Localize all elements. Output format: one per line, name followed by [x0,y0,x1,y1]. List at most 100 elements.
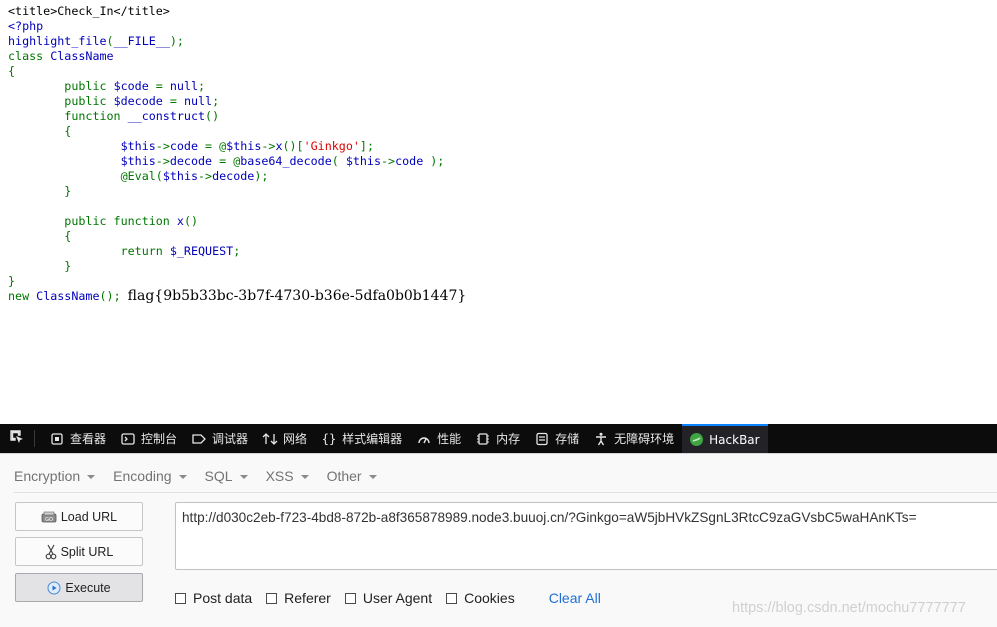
tab-network[interactable]: 网络 [256,424,315,453]
checkbox[interactable] [446,592,458,604]
php-source-code: <title>Check_In</title> <?php highlight_… [8,4,466,304]
tab-label: 网络 [283,432,308,446]
code-token: decode [212,169,255,183]
tab-memory[interactable]: 内存 [469,424,528,453]
menu-encryption[interactable]: Encryption [14,468,96,484]
clear-all-link[interactable]: Clear All [549,590,601,606]
tab-inspector[interactable]: 查看器 [43,424,114,453]
code-token: $this [120,154,156,168]
code-token: base64_decode [240,154,332,168]
code-token: __FILE__ [113,34,170,48]
tab-accessibility[interactable]: 无障碍环境 [587,424,682,453]
tab-style-editor[interactable]: {} 样式编辑器 [315,424,410,453]
code-token: decode [169,154,220,168]
checkbox[interactable] [266,592,278,604]
tab-label: 无障碍环境 [614,432,675,446]
code-token: -> [155,154,170,168]
code-token: { [8,229,72,243]
chevron-down-icon [300,475,309,479]
code-token: = [169,94,184,108]
code-token: -> [155,139,170,153]
code-token: public function [8,214,177,228]
code-token: $code [113,79,156,93]
code-line: } [8,184,71,198]
code-token: ()[ [282,139,304,153]
code-token: code [169,139,206,153]
chevron-down-icon [178,475,187,479]
code-token: $this [226,139,262,153]
play-icon [47,581,61,595]
memory-icon [475,431,491,447]
debugger-icon [191,431,207,447]
tab-storage[interactable]: 存储 [528,424,587,453]
load-url-label: Load URL [60,509,118,524]
code-token: return [8,244,170,258]
code-token: = @ [219,154,241,168]
code-token: ); [169,34,184,48]
code-token: (); [99,289,128,303]
tab-label: HackBar [709,432,760,447]
option-user-agent[interactable]: User Agent [344,590,433,606]
code-token: = @ [205,139,227,153]
code-token: 'Ginkgo' [303,139,360,153]
option-label: Post data [193,590,253,606]
hackbar-icon [688,432,704,448]
inspector-icon [49,431,65,447]
tab-label: 性能 [437,432,462,446]
option-label: User Agent [362,590,433,606]
chevron-down-icon [87,475,96,479]
tab-hackbar[interactable]: HackBar [682,424,768,453]
checkbox[interactable] [344,592,356,604]
storage-icon [534,431,550,447]
code-token: } [8,184,72,198]
code-token: public [8,79,114,93]
tab-console[interactable]: 控制台 [114,424,185,453]
network-icon [262,431,278,447]
code-token: -> [381,154,396,168]
code-token: -> [198,169,213,183]
menu-encoding[interactable]: Encoding [113,468,187,484]
code-line: { [8,64,15,78]
option-post-data[interactable]: Post data [175,590,252,606]
code-token: <title>Check_In</title> [8,4,170,18]
load-url-button[interactable]: GO Load URL [15,502,143,531]
code-token: } [8,274,16,288]
code-line: <?php [8,19,43,33]
menu-divider [14,492,997,493]
code-token: $this [345,154,381,168]
code-token: $_REQUEST [169,244,234,258]
code-line: highlight_file(__FILE__); [8,34,184,48]
option-cookies[interactable]: Cookies [446,590,515,606]
tab-debugger[interactable]: 调试器 [185,424,256,453]
code-token: ( [155,169,163,183]
url-textarea[interactable]: http://d030c2eb-f723-4bd8-872b-a8f365878… [175,502,997,570]
code-line: } [8,274,15,288]
code-token: ; [212,94,220,108]
code-token: = [155,79,170,93]
menu-sql[interactable]: SQL [205,468,248,484]
code-token: @Eval [8,169,156,183]
option-referer[interactable]: Referer [266,590,331,606]
menu-other[interactable]: Other [327,468,377,484]
devtools-toolbar: 查看器 控制台 调试器 网络 {} 样式编辑器 性能 内存 存储 无障碍环境 HackBar [0,424,997,453]
checkbox[interactable] [175,592,186,604]
menu-label: SQL [204,468,233,484]
chevron-down-icon [239,475,248,479]
code-token: class [8,49,51,63]
code-token: ClassName [36,289,100,303]
flag-output: flag{9b5b33bc-3b7f-4730-b36e-5dfa0b0b144… [127,288,467,304]
style-editor-icon: {} [321,431,337,447]
tab-label: 样式编辑器 [342,432,403,446]
menu-xss[interactable]: XSS [266,468,309,484]
watermark: https://blog.csdn.net/mochu7777777 [732,600,966,616]
code-token: public [8,94,114,108]
tab-performance[interactable]: 性能 [410,424,469,453]
code-token: { [8,64,16,78]
code-line: public function x() [8,214,198,228]
split-url-button[interactable]: Split URL [15,537,143,566]
code-token: code [395,154,431,168]
element-picker-button[interactable] [0,430,35,447]
console-icon [120,431,136,447]
execute-button[interactable]: Execute [15,573,143,602]
